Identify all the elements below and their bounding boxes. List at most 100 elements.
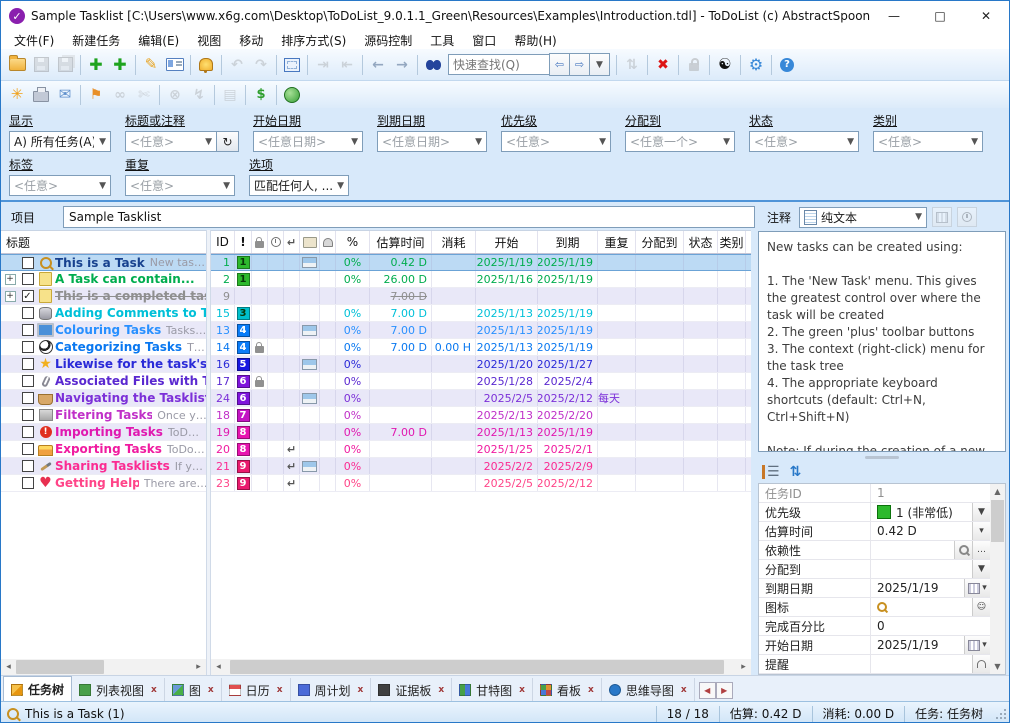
task-row[interactable]: Exporting TasksToDo… [1, 441, 206, 458]
tab-思维导图[interactable]: 思维导图x [602, 678, 695, 702]
scroll-tabs-left-button[interactable]: ◀ [699, 682, 716, 699]
menu-item[interactable]: 新建任务 [63, 31, 129, 50]
comments-splitter[interactable] [758, 454, 1006, 461]
task-comments-text[interactable]: New tasks can be created using: 1. The '… [758, 231, 1006, 452]
task-checkbox[interactable] [22, 358, 34, 370]
task-row[interactable]: +A Task can contain... [1, 271, 206, 288]
task-checkbox[interactable] [22, 477, 34, 489]
column-header-分配到[interactable]: 分配到 [636, 231, 684, 253]
task-checkbox[interactable] [22, 375, 34, 387]
column-header-clock[interactable] [268, 231, 284, 253]
run-plugin-button[interactable]: ↯ [187, 83, 211, 107]
task-checkbox[interactable] [22, 341, 34, 353]
protect-tasklist-button[interactable] [682, 53, 706, 77]
menu-item[interactable]: 移动 [230, 31, 272, 50]
column-header-估算时间[interactable]: 估算时间 [370, 231, 432, 253]
scroll-tabs-right-button[interactable]: ▶ [716, 682, 733, 699]
close-tab-icon[interactable]: x [358, 685, 364, 695]
task-row[interactable]: Categorizing TasksT… [1, 339, 206, 356]
columns-pane-hscrollbar[interactable]: ◂ ▸ [211, 659, 751, 675]
tab-证据板[interactable]: 证据板x [371, 678, 452, 702]
maximize-tasklist-button[interactable] [280, 53, 304, 77]
tab-看板[interactable]: 看板x [533, 678, 602, 702]
attribute-value[interactable]: 1 (非常低) [871, 503, 972, 521]
task-row-columns[interactable]: 2460%2025/2/52025/2/12 每天 [211, 390, 751, 407]
task-checkbox[interactable] [22, 324, 34, 336]
task-checkbox[interactable] [22, 257, 34, 269]
task-row[interactable]: Navigating the Tasklist [1, 390, 206, 407]
attributes-vscrollbar[interactable]: ▲ ▼ [990, 484, 1005, 674]
attribute-value[interactable]: 2025/1/19 [871, 636, 964, 654]
sort-button[interactable]: ⇅ [620, 53, 644, 77]
more-button[interactable]: … [972, 541, 990, 559]
attribute-value[interactable]: 0 [871, 617, 990, 635]
task-row-columns[interactable]: 1760%2025/1/282025/2/4 [211, 373, 751, 390]
task-row-columns[interactable]: 1650%2025/1/202025/1/27 [211, 356, 751, 373]
cancel-button[interactable]: ⊗ [163, 83, 187, 107]
quick-find-dropdown-button[interactable]: ▼ [589, 53, 610, 76]
save-all-button[interactable] [53, 53, 77, 77]
attribute-value[interactable]: 0.42 D [871, 522, 972, 540]
allocated-to-filter-dropdown[interactable]: <任意一个>▼ [625, 131, 735, 152]
due-date-filter-dropdown[interactable]: <任意日期>▼ [377, 131, 487, 152]
resize-grip[interactable] [995, 708, 1007, 720]
attribute-value[interactable]: 2025/1/19 [871, 579, 964, 597]
edit-task-button[interactable]: ✎ [139, 53, 163, 77]
goto-next-task-button[interactable]: → [390, 53, 414, 77]
close-tab-icon[interactable]: x [208, 685, 214, 695]
open-tasklist-button[interactable] [5, 53, 29, 77]
column-header-状态[interactable]: 状态 [684, 231, 718, 253]
task-row-columns[interactable]: 1530%7.00 D2025/1/132025/1/19 [211, 305, 751, 322]
calendar-dropdown-button[interactable]: ▾ [964, 636, 990, 654]
spin-down-button[interactable]: ▾ [972, 522, 990, 540]
group-attributes-icon[interactable]: ☰ [762, 465, 780, 479]
tab-任务树[interactable]: 任务树 [3, 676, 72, 702]
menu-item[interactable]: 源码控制 [355, 31, 421, 50]
attribute-value[interactable] [871, 541, 954, 559]
task-row-columns[interactable]: 1440%7.00 D0.00 H2025/1/132025/1/19 [211, 339, 751, 356]
close-tab-icon[interactable]: x [588, 685, 594, 695]
outdent-task-button[interactable]: ⇤ [335, 53, 359, 77]
category-filter-dropdown[interactable]: <任意>▼ [873, 131, 983, 152]
tab-日历[interactable]: 日历x [222, 678, 291, 702]
insert-time-button[interactable] [957, 207, 977, 227]
task-row[interactable]: Associated Files with T… [1, 373, 206, 390]
select-dependency-button[interactable] [954, 541, 972, 559]
macro-button[interactable]: ▤ [218, 83, 242, 107]
scroll-right-icon[interactable]: ▸ [736, 659, 751, 675]
title-or-comment-filter-dropdown[interactable]: <任意>▼ [125, 131, 217, 152]
menu-item[interactable]: 文件(F) [5, 31, 63, 50]
task-row-columns[interactable]: 110%0.42 D2025/1/192025/1/19 [211, 254, 751, 271]
attribute-value[interactable] [871, 560, 972, 578]
column-header-filelink[interactable] [300, 231, 320, 253]
menu-item[interactable]: 窗口 [463, 31, 505, 50]
start-date-filter-dropdown[interactable]: <任意日期>▼ [253, 131, 363, 152]
task-row[interactable]: !Importing TasksToD… [1, 424, 206, 441]
column-header-%[interactable]: % [336, 231, 370, 253]
task-checkbox[interactable] [22, 426, 34, 438]
task-row-columns[interactable]: 1980%7.00 D2025/1/132025/1/19 [211, 424, 751, 441]
column-header-ID[interactable]: ID [211, 231, 235, 253]
task-row-columns[interactable]: 1870%2025/2/132025/2/20 [211, 407, 751, 424]
column-header-到期[interactable]: 到期 [538, 231, 598, 253]
column-header-reminder[interactable] [320, 231, 336, 253]
task-checkbox[interactable] [22, 273, 34, 285]
task-checkbox[interactable]: ✓ [22, 290, 34, 302]
status-filter-dropdown[interactable]: <任意>▼ [749, 131, 859, 152]
edit-task-icon-button[interactable] [163, 53, 187, 77]
preferences-button[interactable]: ⚙ [744, 53, 768, 77]
save-tasklist-button[interactable] [29, 53, 53, 77]
menu-item[interactable]: 排序方式(S) [272, 31, 355, 50]
tab-列表视图[interactable]: 列表视图x [72, 678, 165, 702]
comments-format-dropdown[interactable]: 纯文本 ▼ [799, 207, 927, 228]
menu-item[interactable]: 帮助(H) [505, 31, 565, 50]
task-checkbox[interactable] [22, 443, 34, 455]
help-button[interactable]: ? [775, 53, 799, 77]
task-checkbox[interactable] [22, 460, 34, 472]
spellcheck-button[interactable]: ✳ [5, 83, 29, 107]
set-reminder-button[interactable] [194, 53, 218, 77]
task-row-columns[interactable]: 239↵0%2025/2/52025/2/12 [211, 475, 751, 492]
task-row[interactable]: ♥Getting HelpThere are… [1, 475, 206, 492]
menu-item[interactable]: 工具 [421, 31, 463, 50]
flag-task-button[interactable]: ⚑ [84, 83, 108, 107]
